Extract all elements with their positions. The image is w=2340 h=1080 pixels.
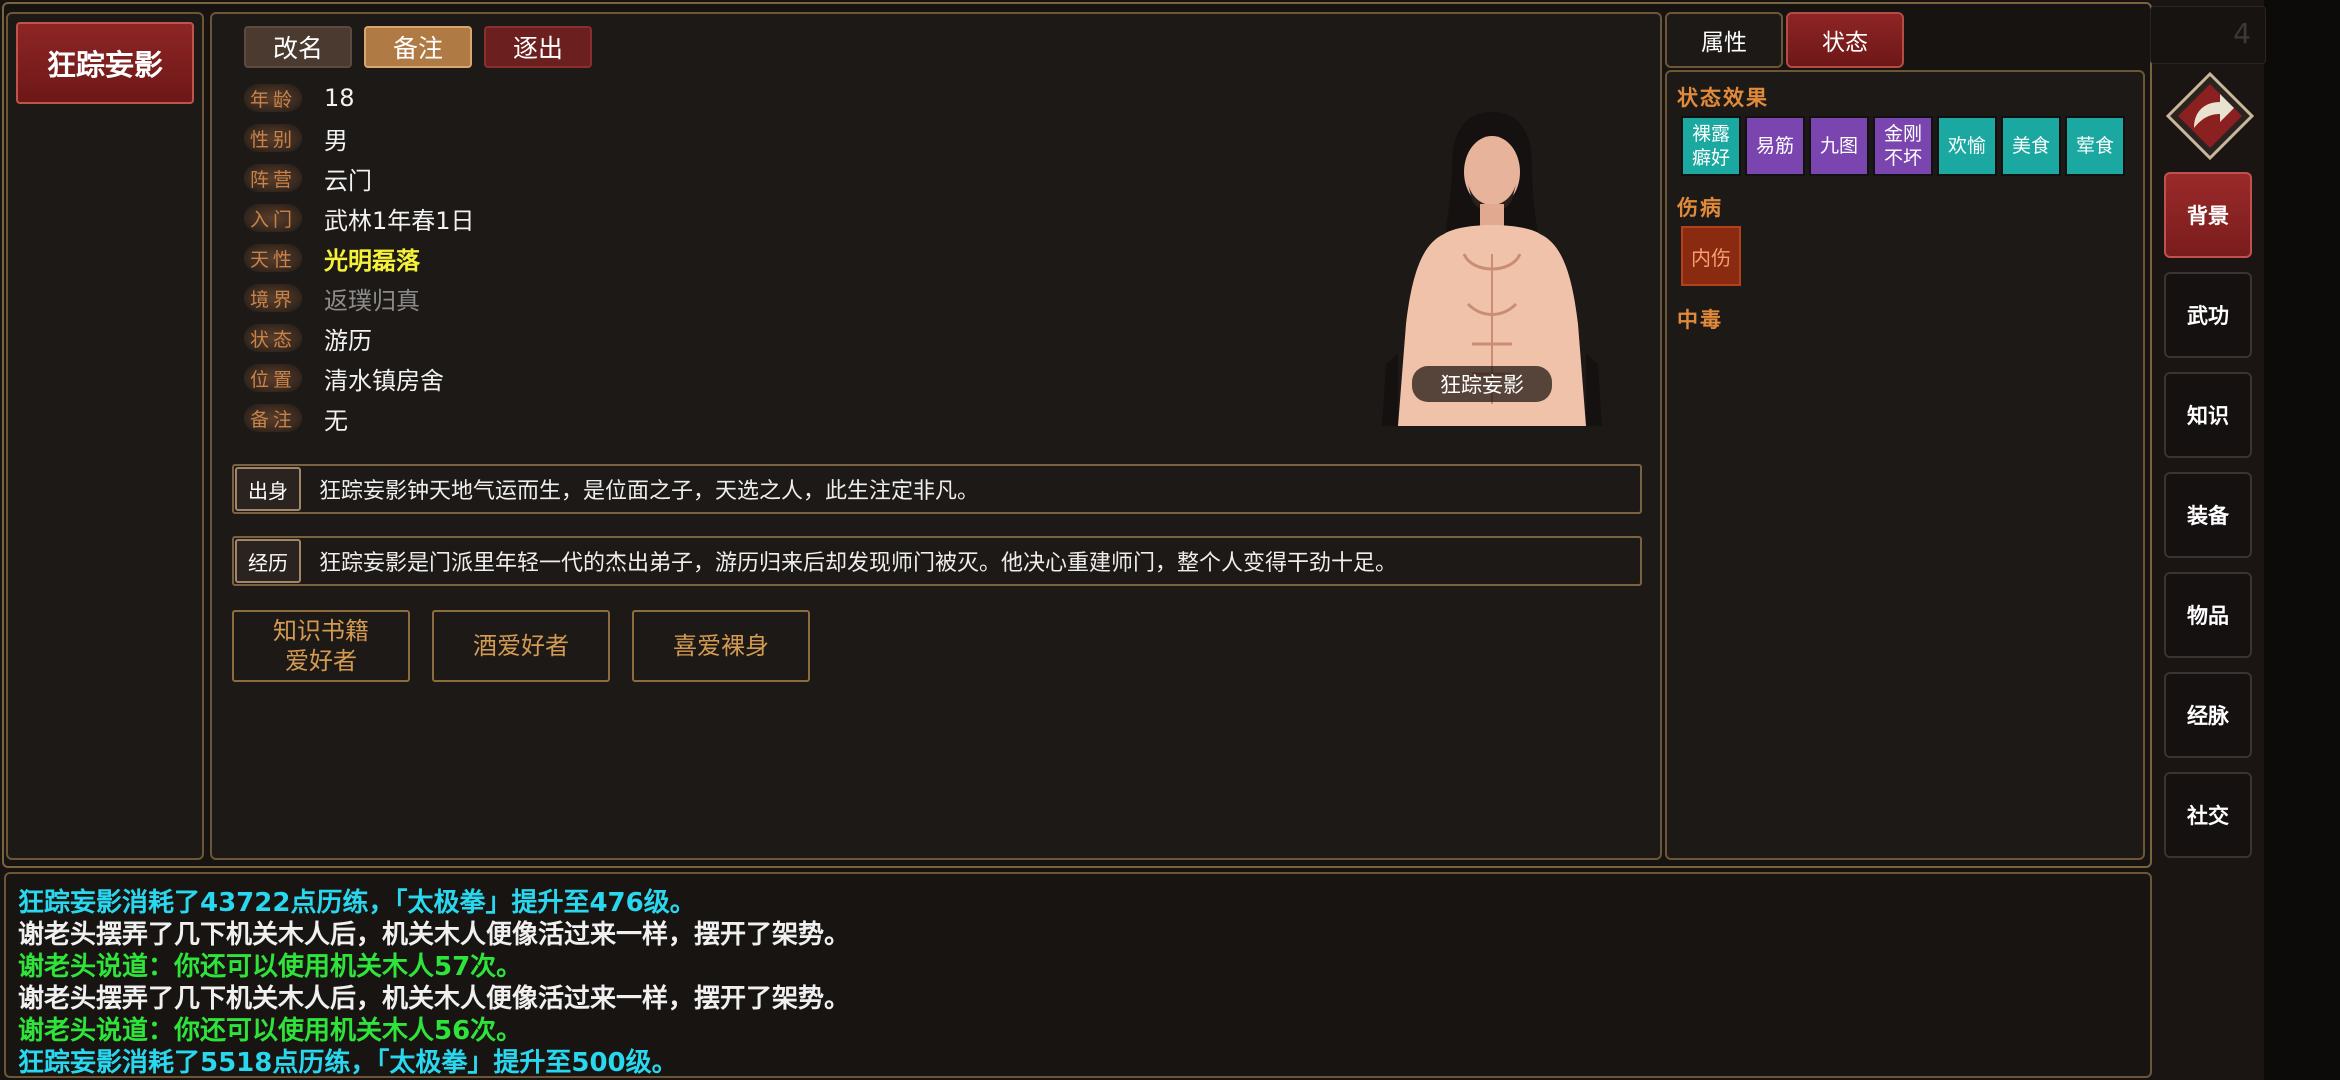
character-info-panel: 改名 备注 逐出 年龄 18 性别 男 阵营 云门 入门 武林1年春1日 天性 … (210, 12, 1662, 860)
attr-value-realm: 返璞归真 (324, 286, 420, 315)
attr-value-faction: 云门 (324, 166, 372, 195)
back-arrow-icon[interactable] (2164, 70, 2256, 162)
character-list-panel: 狂踪妄影 (6, 12, 204, 860)
nav-meridians[interactable]: 经脉 (2164, 672, 2252, 758)
screen-edge (2264, 0, 2340, 1080)
attr-value-joined: 武林1年春1日 (324, 206, 475, 235)
attr-value-gender: 男 (324, 126, 348, 155)
effect-meat[interactable]: 荤食 (2065, 116, 2125, 176)
effect-jiutu[interactable]: 九图 (1809, 116, 1869, 176)
attr-label-state: 状态 (244, 324, 302, 352)
attr-label-joined: 入门 (244, 204, 302, 232)
tab-status[interactable]: 状态 (1786, 12, 1904, 68)
origin-box: 出身 狂踪妄影钟天地气运而生，是位面之子，天选之人，此生注定非凡。 (232, 464, 1642, 514)
character-name-button[interactable]: 狂踪妄影 (16, 22, 194, 104)
attr-row-joined: 入门 武林1年春1日 (244, 200, 475, 236)
injury-internal[interactable]: 内伤 (1681, 226, 1741, 286)
nav-equipment[interactable]: 装备 (2164, 472, 2252, 558)
effect-yijin[interactable]: 易筋 (1745, 116, 1805, 176)
attr-value-age: 18 (324, 84, 355, 112)
effect-joy[interactable]: 欢愉 (1937, 116, 1997, 176)
nav-background[interactable]: 背景 (2164, 172, 2252, 258)
origin-tag: 出身 (235, 467, 301, 511)
trait-nudity-lover[interactable]: 喜爱裸身 (632, 610, 810, 682)
attr-label-remark: 备注 (244, 404, 302, 432)
portrait-name-label: 狂踪妄影 (1412, 366, 1552, 402)
attr-row-gender: 性别 男 (244, 120, 348, 156)
attr-row-remark: 备注 无 (244, 400, 348, 436)
attr-label-gender: 性别 (244, 124, 302, 152)
experience-tag: 经历 (235, 539, 301, 583)
attr-label-faction: 阵营 (244, 164, 302, 192)
effect-nudism[interactable]: 裸露 癖好 (1681, 116, 1741, 176)
attr-row-faction: 阵营 云门 (244, 160, 372, 196)
tab-attributes[interactable]: 属性 (1665, 12, 1783, 68)
attr-value-state: 游历 (324, 326, 372, 355)
nav-knowledge[interactable]: 知识 (2164, 372, 2252, 458)
top-counter: 4 (2150, 6, 2266, 64)
attr-row-age: 年龄 18 (244, 80, 355, 116)
attr-label-location: 位置 (244, 364, 302, 392)
top-counter-text: 4 (2233, 17, 2251, 50)
effects-title: 状态效果 (1677, 85, 1769, 110)
attr-row-realm: 境界 返璞归真 (244, 280, 420, 316)
attr-row-nature: 天性 光明磊落 (244, 240, 420, 276)
attr-label-nature: 天性 (244, 244, 302, 272)
trait-book-lover[interactable]: 知识书籍 爱好者 (232, 610, 410, 682)
status-panel: 状态效果 裸露 癖好 易筋 九图 金刚 不坏 欢愉 美食 荤食 伤病 内伤 中毒 (1665, 70, 2145, 860)
experience-box: 经历 狂踪妄影是门派里年轻一代的杰出弟子，游历归来后却发现师门被灭。他决心重建师… (232, 536, 1642, 586)
attr-value-nature: 光明磊落 (324, 246, 420, 275)
attr-row-state: 状态 游历 (244, 320, 372, 356)
attr-row-location: 位置 清水镇房舍 (244, 360, 444, 396)
trait-wine-lover[interactable]: 酒爱好者 (432, 610, 610, 682)
expel-button[interactable]: 逐出 (484, 26, 592, 68)
attr-label-age: 年龄 (244, 84, 302, 112)
poison-title: 中毒 (1677, 307, 1723, 332)
attr-value-location: 清水镇房舍 (324, 366, 444, 395)
nav-items[interactable]: 物品 (2164, 572, 2252, 658)
nav-social[interactable]: 社交 (2164, 772, 2252, 858)
attr-label-realm: 境界 (244, 284, 302, 312)
rename-button[interactable]: 改名 (244, 26, 352, 68)
origin-text: 狂踪妄影钟天地气运而生，是位面之子，天选之人，此生注定非凡。 (319, 479, 980, 504)
status-effects-list: 裸露 癖好 易筋 九图 金刚 不坏 欢愉 美食 荤食 (1681, 116, 2125, 176)
experience-text: 狂踪妄影是门派里年轻一代的杰出弟子，游历归来后却发现师门被灭。他决心重建师门，整… (319, 551, 1398, 576)
effect-gourmet[interactable]: 美食 (2001, 116, 2061, 176)
nav-martial-arts[interactable]: 武功 (2164, 272, 2252, 358)
log-line: 狂踪妄影消耗了5518点历练，「太极拳」提升至500级。 (18, 1048, 678, 1078)
effect-jingang[interactable]: 金刚 不坏 (1873, 116, 1933, 176)
note-button[interactable]: 备注 (364, 26, 472, 68)
message-log[interactable]: 狂踪妄影消耗了43722点历练，「太极拳」提升至476级。 谢老头摆弄了几下机关… (4, 872, 2152, 1078)
attr-value-remark: 无 (324, 406, 348, 435)
injury-title: 伤病 (1677, 195, 1723, 220)
